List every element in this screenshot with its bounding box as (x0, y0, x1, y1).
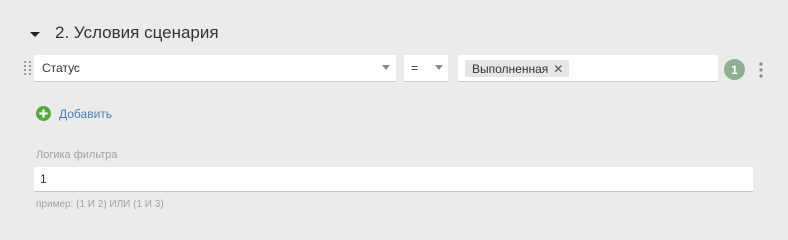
filter-logic-input[interactable] (34, 167, 753, 192)
filter-logic-hint: пример: (1 И 2) ИЛИ (1 И 3) (36, 199, 164, 210)
remove-tag-icon[interactable]: ✕ (553, 63, 563, 75)
section-title: 2. Условия сценария (55, 23, 219, 42)
value-tag-label: Выполненная (472, 61, 549, 76)
condition-value-input[interactable]: Выполненная ✕ (458, 55, 718, 82)
more-vertical-icon[interactable] (756, 61, 766, 79)
chevron-down-icon (435, 65, 443, 70)
plus-circle-icon (36, 106, 51, 121)
condition-operator-select[interactable]: = (404, 55, 448, 82)
condition-number-badge: 1 (724, 59, 745, 80)
condition-field-select[interactable]: Статус (34, 55, 396, 82)
drag-handle-icon[interactable] (24, 61, 32, 77)
add-condition-label: Добавить (59, 107, 113, 121)
chevron-down-icon (382, 65, 390, 70)
condition-field-value: Статус (42, 61, 80, 75)
filter-logic-label: Логика фильтра (36, 149, 118, 161)
condition-operator-value: = (411, 61, 419, 75)
add-condition-button[interactable]: Добавить (36, 106, 112, 121)
collapse-caret-icon[interactable] (27, 27, 43, 41)
value-tag: Выполненная ✕ (465, 60, 570, 77)
